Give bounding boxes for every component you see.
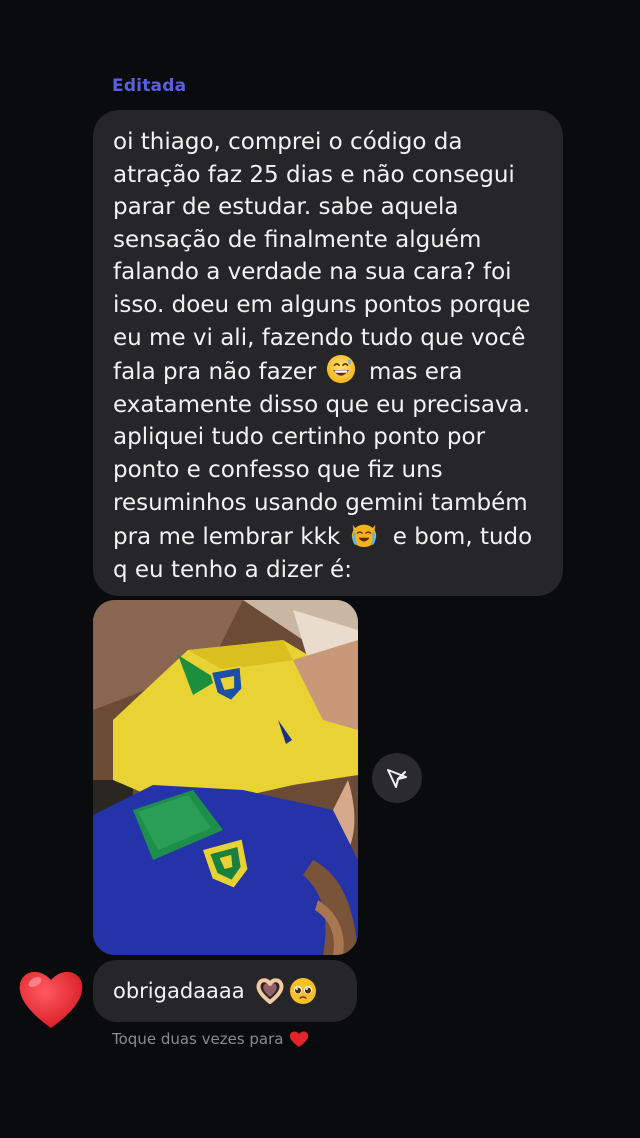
message-line: isso. doeu em alguns pontos porque bbox=[113, 291, 531, 318]
photo-brasil-jerseys bbox=[93, 600, 358, 955]
message-segment: mas era bbox=[369, 359, 463, 386]
red-heart-icon[interactable] bbox=[16, 966, 86, 1032]
double-tap-hint: Toque duas vezes para bbox=[112, 1030, 309, 1048]
pleading-face-emoji bbox=[289, 978, 316, 1004]
reply-text: obrigadaaaa bbox=[113, 979, 245, 1003]
message-line: pra me lembrar kkk e bom, tudo bbox=[113, 519, 553, 554]
message-line: resuminhos usando gemini também bbox=[113, 489, 528, 516]
message-text: oi thiago, comprei o código da atração f… bbox=[113, 126, 553, 586]
message-line: apliquei tudo certinho ponto por bbox=[113, 424, 486, 451]
message-line: ponto e confesso que fiz uns bbox=[113, 456, 443, 483]
message-line: exatamente disso que eu precisava. bbox=[113, 391, 531, 418]
hint-text: Toque duas vezes para bbox=[112, 1030, 284, 1048]
message-bubble[interactable]: oi thiago, comprei o código da atração f… bbox=[93, 110, 563, 596]
small-heart-icon bbox=[290, 1031, 309, 1047]
message-line: eu me vi ali, fazendo tudo que você bbox=[113, 324, 526, 351]
heart-hands-emoji bbox=[256, 978, 284, 1004]
send-icon bbox=[387, 769, 407, 788]
message-line: sensação de finalmente alguém bbox=[113, 226, 482, 253]
message-line: q eu tenho a dizer é: bbox=[113, 556, 352, 583]
message-segment: fala pra não fazer bbox=[113, 359, 317, 386]
reply-bubble[interactable]: obrigadaaaa bbox=[93, 960, 357, 1022]
message-segment: e bom, tudo bbox=[392, 524, 533, 551]
message-line: atração faz 25 dias e não consegui bbox=[113, 161, 515, 188]
photo-message[interactable] bbox=[93, 600, 358, 955]
message-line: oi thiago, comprei o código da bbox=[113, 129, 463, 155]
crying-cat-emoji bbox=[352, 524, 377, 548]
message-segment: pra me lembrar kkk bbox=[113, 524, 341, 551]
message-line: falando a verdade na sua cara? foi bbox=[113, 259, 512, 286]
grinning-sweat-emoji bbox=[326, 355, 355, 384]
share-button[interactable] bbox=[372, 753, 422, 803]
edited-label: Editada bbox=[112, 76, 187, 96]
message-line: fala pra não fazer mas era bbox=[113, 354, 553, 389]
message-line: parar de estudar. sabe aquela bbox=[113, 194, 459, 221]
